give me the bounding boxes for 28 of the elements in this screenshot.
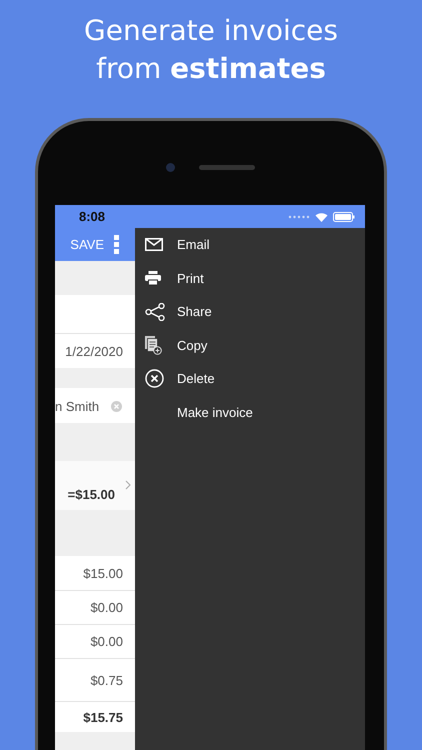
signal-icon	[288, 214, 310, 218]
share-icon	[145, 302, 165, 321]
menu-item[interactable]: Copy	[135, 328, 365, 362]
close-circle-icon	[145, 369, 164, 388]
menu-item[interactable]: Make invoice	[135, 396, 365, 429]
amount-value: $15.00	[83, 566, 123, 581]
menu-item[interactable]: Delete	[135, 362, 365, 396]
document-plus-icon	[145, 336, 162, 355]
item-total[interactable]: =$15.00	[68, 487, 115, 502]
menu-item[interactable]: Print	[135, 262, 365, 295]
envelope-icon	[145, 238, 163, 252]
battery-icon	[333, 212, 355, 222]
chevron-icon	[125, 480, 131, 490]
menu-item[interactable]: Share	[135, 295, 365, 328]
more-icon[interactable]	[114, 235, 119, 254]
amount-value: $0.75	[90, 672, 123, 688]
menu-item[interactable]: Email	[135, 228, 365, 262]
printer-icon	[145, 271, 161, 286]
client-name[interactable]: n Smith	[55, 398, 100, 414]
speaker-grille	[199, 164, 255, 170]
status-time: 8:08	[79, 209, 106, 224]
headline: Generate invoices from estimates	[83, 13, 339, 87]
total-value: $15.75	[83, 710, 123, 724]
amount-value: $0.00	[90, 600, 123, 615]
amount-value: $0.00	[90, 634, 123, 649]
date-value[interactable]: 1/22/2020	[65, 344, 123, 358]
wifi-icon	[315, 212, 328, 222]
camera-icon	[166, 162, 175, 172]
